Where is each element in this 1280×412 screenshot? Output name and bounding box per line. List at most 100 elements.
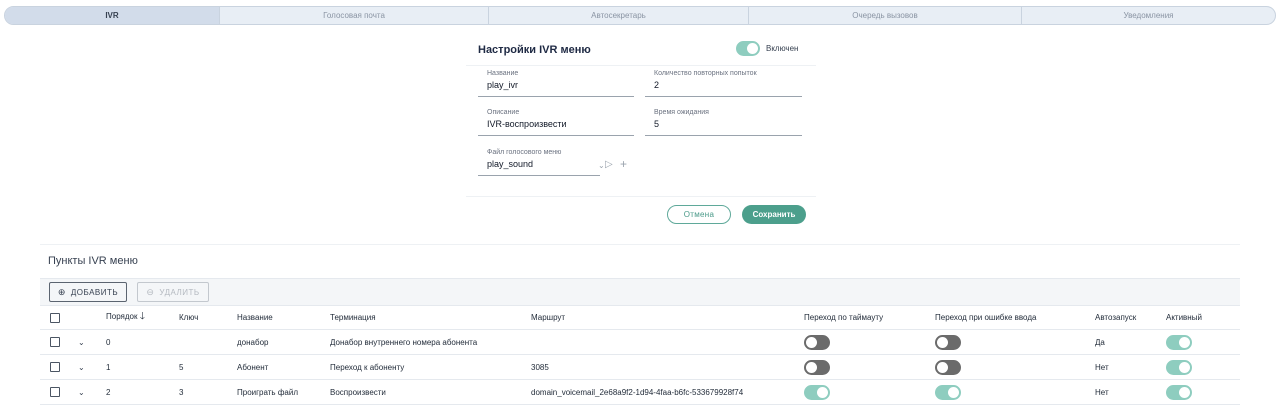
name-field[interactable]: Название play_ivr <box>478 68 634 97</box>
error-transition-toggle[interactable] <box>935 384 961 400</box>
plus-circle-icon: ⊕ <box>57 286 66 297</box>
tab-notifications[interactable]: Уведомления <box>1021 7 1275 24</box>
row-route <box>531 329 804 355</box>
timeout-transition-toggle[interactable] <box>804 359 830 375</box>
top-tabs: IVR Голосовая почта Автосекретарь Очеред… <box>4 6 1276 25</box>
sound-file-label: Файл голосового меню <box>487 149 562 156</box>
retries-label: Количество повторных попыток <box>654 70 757 77</box>
enabled-label: Включен <box>766 44 799 53</box>
delete-label: УДАЛИТЬ <box>159 287 200 297</box>
items-toolbar: ⊕ ДОБАВИТЬ ⊖ УДАЛИТЬ <box>40 278 1240 306</box>
row-checkbox[interactable] <box>50 387 60 397</box>
section-divider <box>40 244 1240 245</box>
timeout-label: Время ожидания <box>654 109 709 116</box>
retries-field[interactable]: Количество повторных попыток 2 <box>645 68 802 97</box>
divider <box>466 65 816 66</box>
active-toggle[interactable] <box>1166 359 1192 375</box>
chevron-down-icon[interactable]: ⌄ <box>78 363 85 372</box>
row-order: 0 <box>106 329 179 355</box>
description-label: Описание <box>487 109 520 116</box>
table-header: Порядок 🡓 Ключ Название Терминация Маршр… <box>40 306 1240 330</box>
toggle-knob <box>1179 361 1190 373</box>
chevron-down-icon[interactable]: ⌄ <box>78 388 85 397</box>
delete-button[interactable]: ⊖ УДАЛИТЬ <box>137 282 209 302</box>
add-button[interactable]: ⊕ ДОБАВИТЬ <box>49 282 127 302</box>
minus-circle-icon: ⊖ <box>146 286 155 297</box>
table-row[interactable]: ⌄ 0 донабор Донабор внутреннего номера а… <box>40 329 1240 355</box>
col-error-transition: Переход при ошибке ввода <box>935 306 1095 330</box>
row-route: domain_voicemail_2e68a9f2-1d94-4faa-b6fc… <box>531 379 804 405</box>
col-key: Ключ <box>179 306 237 330</box>
active-toggle[interactable] <box>1166 384 1192 400</box>
col-route: Маршрут <box>531 306 804 330</box>
toggle-knob <box>806 336 817 348</box>
active-toggle[interactable] <box>1166 334 1192 350</box>
description-field[interactable]: Описание IVR-воспроизвести <box>478 107 634 136</box>
row-checkbox[interactable] <box>50 337 60 347</box>
toggle-knob <box>937 336 948 348</box>
error-transition-toggle[interactable] <box>935 359 961 375</box>
toggle-knob <box>1179 336 1190 348</box>
col-termination: Терминация <box>330 306 531 330</box>
table-row[interactable]: ⌄ 1 5 Абонент Переход к абоненту 3085 Не… <box>40 354 1240 380</box>
retries-value: 2 <box>654 80 660 90</box>
row-autostart: Да <box>1095 329 1166 355</box>
items-table: Порядок 🡓 Ключ Название Терминация Маршр… <box>40 306 1240 405</box>
chevron-down-icon[interactable]: ⌄ <box>598 161 605 170</box>
timeout-transition-toggle[interactable] <box>804 334 830 350</box>
tab-ivr[interactable]: IVR <box>5 7 219 24</box>
sound-file-select[interactable]: Файл голосового меню play_sound ⌄ <box>478 147 605 176</box>
row-key: 3 <box>179 379 237 405</box>
row-key <box>179 329 237 355</box>
timeout-transition-toggle[interactable] <box>804 384 830 400</box>
timeout-field[interactable]: Время ожидания 5 <box>645 107 802 136</box>
toggle-knob <box>1179 386 1190 398</box>
col-name: Название <box>237 306 330 330</box>
tab-call-queue[interactable]: Очередь вызовов <box>748 7 1021 24</box>
row-name: донабор <box>237 329 330 355</box>
col-order-label: Порядок <box>106 312 138 321</box>
chevron-down-icon[interactable]: ⌄ <box>78 338 85 347</box>
form-title: Настройки IVR меню <box>478 44 591 56</box>
description-value: IVR-воспроизвести <box>487 119 567 129</box>
table-row[interactable]: ⌄ 2 3 Проиграть файл Воспроизвести domai… <box>40 379 1240 405</box>
col-autostart: Автозапуск <box>1095 306 1166 330</box>
items-section-title: Пункты IVR меню <box>48 255 138 267</box>
cancel-button[interactable]: Отмена <box>667 205 731 224</box>
row-key: 5 <box>179 354 237 380</box>
save-button[interactable]: Сохранить <box>742 205 806 224</box>
toggle-knob <box>937 361 948 373</box>
play-icon[interactable]: ▷ <box>605 159 613 170</box>
error-transition-toggle[interactable] <box>935 334 961 350</box>
name-value: play_ivr <box>487 80 519 90</box>
row-name: Абонент <box>237 354 330 380</box>
row-termination: Донабор внутреннего номера абонента <box>330 329 531 355</box>
divider <box>466 196 816 197</box>
name-label: Название <box>487 70 519 77</box>
arrow-down-icon: 🡓 <box>139 311 145 322</box>
toggle-knob <box>806 361 817 373</box>
plus-icon[interactable]: + <box>620 157 627 171</box>
row-autostart: Нет <box>1095 379 1166 405</box>
sound-file-value: play_sound <box>487 159 534 169</box>
tab-voicemail[interactable]: Голосовая почта <box>219 7 488 24</box>
row-name: Проиграть файл <box>237 379 330 405</box>
tab-auto-attendant[interactable]: Автосекретарь <box>488 7 748 24</box>
row-order: 2 <box>106 379 179 405</box>
row-order: 1 <box>106 354 179 380</box>
row-termination: Воспроизвести <box>330 379 531 405</box>
toggle-knob <box>747 43 758 54</box>
row-route: 3085 <box>531 354 804 380</box>
enabled-toggle[interactable] <box>736 41 760 56</box>
add-label: ДОБАВИТЬ <box>70 287 119 297</box>
col-order[interactable]: Порядок 🡓 <box>106 306 179 330</box>
row-termination: Переход к абоненту <box>330 354 531 380</box>
select-all-checkbox[interactable] <box>50 312 60 323</box>
timeout-value: 5 <box>654 119 660 129</box>
col-active: Активный <box>1166 306 1240 330</box>
row-checkbox[interactable] <box>50 362 60 372</box>
col-timeout-transition: Переход по таймауту <box>804 306 935 330</box>
ivr-settings-form: Настройки IVR меню Включен Название play… <box>466 35 816 230</box>
toggle-knob <box>948 386 959 398</box>
row-autostart: Нет <box>1095 354 1166 380</box>
